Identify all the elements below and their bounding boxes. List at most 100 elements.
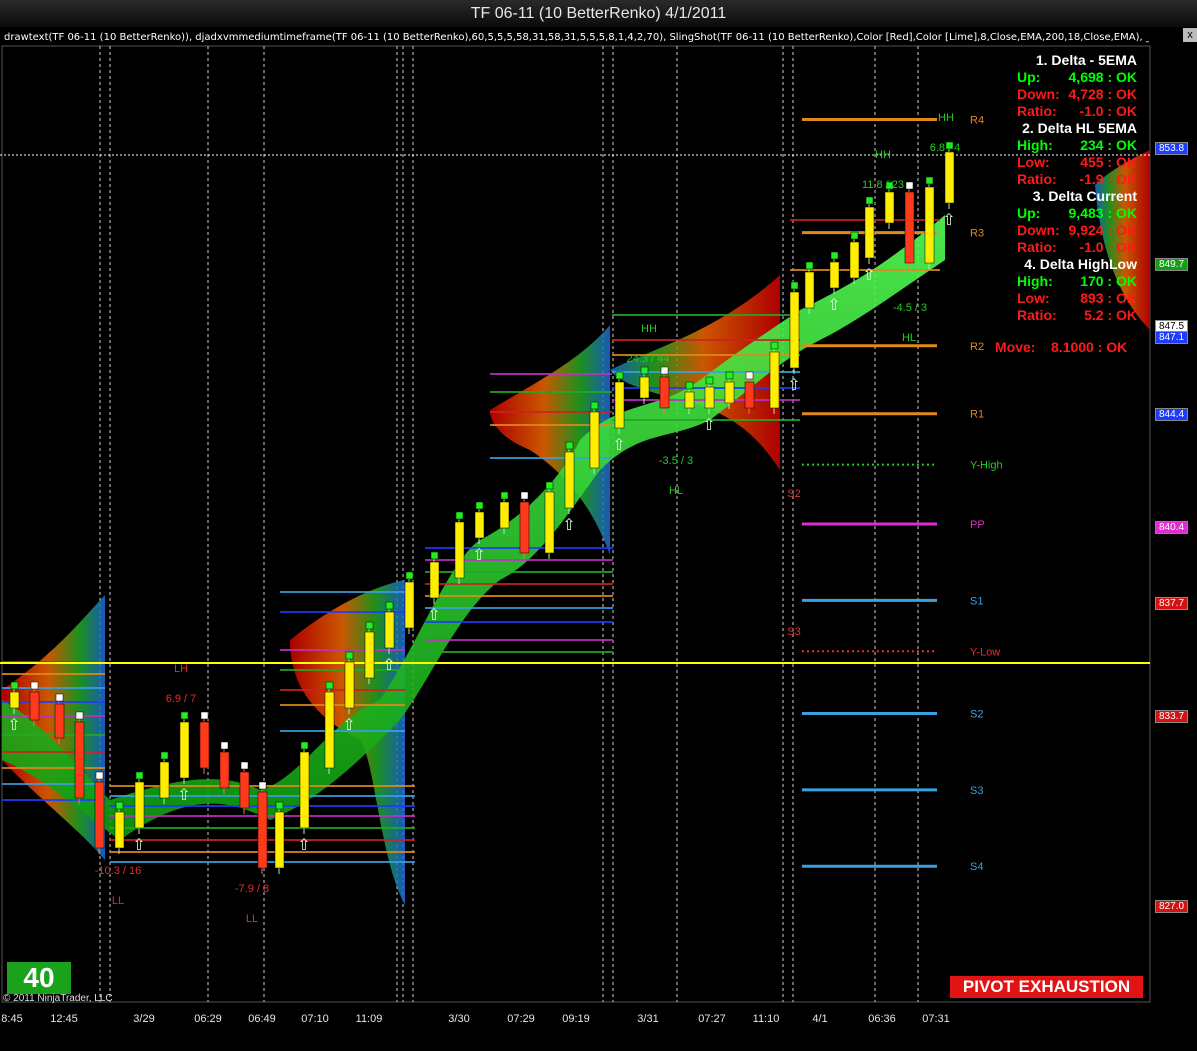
panel-row-value: 5.2 : OK [1084, 307, 1137, 323]
renko-bar [944, 151, 955, 204]
renko-bar [639, 376, 650, 399]
renko-bar [429, 561, 440, 599]
signal-dot [590, 401, 599, 410]
x-tick-label: 8:45 [1, 1013, 22, 1025]
signal-dot [500, 491, 509, 500]
signal-dot [565, 441, 574, 450]
renko-bar [789, 291, 800, 369]
renko-bar [829, 261, 840, 289]
signal-dot [725, 371, 734, 380]
panel-row-label: Down: [1017, 86, 1060, 102]
up-arrow-icon: ⇧ [427, 605, 440, 624]
signal-dot [30, 681, 39, 690]
x-axis-ticks: 8:45 12:45 3/29 06:29 06:49 07:10 11:09 3/30 07:… [1, 1013, 949, 1025]
renko-bar [274, 811, 285, 869]
chart-annotation: 11.8 / 23 [862, 179, 904, 191]
renko-bar [684, 391, 695, 409]
up-arrow-icon: ⇧ [132, 835, 145, 854]
panel-section-header: 3. Delta Current [1032, 188, 1137, 204]
x-tick-label: 06:49 [248, 1013, 276, 1025]
signal-dot [660, 366, 669, 375]
renko-bar [924, 186, 935, 264]
signal-dot [865, 196, 874, 205]
renko-bar [904, 191, 915, 264]
panel-row-label: Ratio: [1017, 307, 1057, 323]
renko-bar [114, 811, 125, 849]
signal-dot [345, 651, 354, 660]
panel-row-label: Up: [1017, 205, 1041, 221]
renko-bar [29, 691, 40, 721]
renko-bar [519, 501, 530, 554]
bar-counter: 40 [7, 962, 71, 994]
signal-dot [430, 551, 439, 560]
renko-bar [324, 691, 335, 769]
signal-dot [160, 751, 169, 760]
price-level-box: 849.7 [1155, 257, 1188, 271]
panel-row: Up: 9,483 : OK [1000, 205, 1145, 222]
panel-row-label: High: [1017, 137, 1053, 153]
x-tick-label: 12:45 [50, 1013, 78, 1025]
chart-annotation: HL [902, 332, 916, 344]
up-arrow-icon: ⇧ [297, 835, 310, 854]
signal-dot [385, 601, 394, 610]
x-tick-label: 3/29 [133, 1013, 154, 1025]
panel-section-header: 4. Delta HighLow [1024, 256, 1137, 272]
signal-dot [545, 481, 554, 490]
delta-panel: 1. Delta - 5EMA Up: 4,698 : OK Down: 4,728 :… [1000, 52, 1145, 324]
pivot-label: R4 [970, 115, 984, 127]
signal-dot [830, 251, 839, 260]
renko-bar [257, 791, 268, 869]
panel-row-value: 9,924 : OK [1068, 222, 1137, 238]
signal-dot [240, 761, 249, 770]
panel-row: Ratio: -1.0 : OK [1000, 239, 1145, 256]
pivot-label: Y-High [970, 460, 1003, 472]
up-arrow-icon: ⇧ [827, 295, 840, 314]
panel-row-value: -1.0 : OK [1079, 239, 1137, 255]
renko-bar [54, 703, 65, 739]
renko-bar [384, 611, 395, 649]
chart-window: TF 06-11 (10 BetterRenko) 4/1/2011 x ⇧ ⇧… [0, 0, 1197, 1051]
renko-bar [364, 631, 375, 679]
signal-dot [770, 341, 779, 350]
chart-annotation: HH [875, 149, 891, 161]
renko-bar [744, 381, 755, 409]
move-value: 8.1000 : OK [1051, 339, 1128, 355]
signal-dot [300, 741, 309, 750]
signal-dot [850, 231, 859, 240]
pivot-label: PP [970, 519, 985, 531]
renko-bar [199, 721, 210, 769]
signal-dot [115, 801, 124, 810]
chart-annotation: 24.3 / 44 [627, 353, 670, 365]
signal-dot [745, 371, 754, 380]
signal-dot [705, 376, 714, 385]
renko-bar [134, 781, 145, 829]
panel-section-header: 1. Delta - 5EMA [1035, 52, 1137, 68]
signal-dot [640, 366, 649, 375]
panel-row-value: 4,728 : OK [1068, 86, 1137, 102]
signal-dot [455, 511, 464, 520]
renko-bar [884, 191, 895, 224]
price-level-box: 853.8 [1155, 141, 1188, 155]
renko-bar [74, 721, 85, 799]
chart-annotation: HL [669, 485, 683, 497]
indicator-list: drawtext(TF 06-11 (10 BetterRenko)), dja… [4, 32, 1149, 43]
signal-dot [685, 381, 694, 390]
panel-row-value: -1.9 : OK [1079, 171, 1137, 187]
signal-dot [220, 741, 229, 750]
renko-bar [239, 771, 250, 809]
chart-annotation: 6.9 / 7 [166, 693, 197, 705]
x-tick-label: 09:19 [562, 1013, 590, 1025]
renko-bar [179, 721, 190, 779]
price-level-box: 847.1 [1155, 331, 1188, 345]
signal-dot [615, 371, 624, 380]
renko-bar [159, 761, 170, 799]
x-tick-label: 07:31 [922, 1013, 950, 1025]
panel-row-label: Up: [1017, 69, 1041, 85]
signal-dot [475, 501, 484, 510]
signal-dot [95, 771, 104, 780]
panel-row-label: Low: [1017, 290, 1050, 306]
chart-annotation: -3.5 / 3 [659, 455, 693, 467]
pivot-label: S1 [970, 595, 983, 607]
signal-dot [405, 571, 414, 580]
renko-bar [614, 381, 625, 429]
